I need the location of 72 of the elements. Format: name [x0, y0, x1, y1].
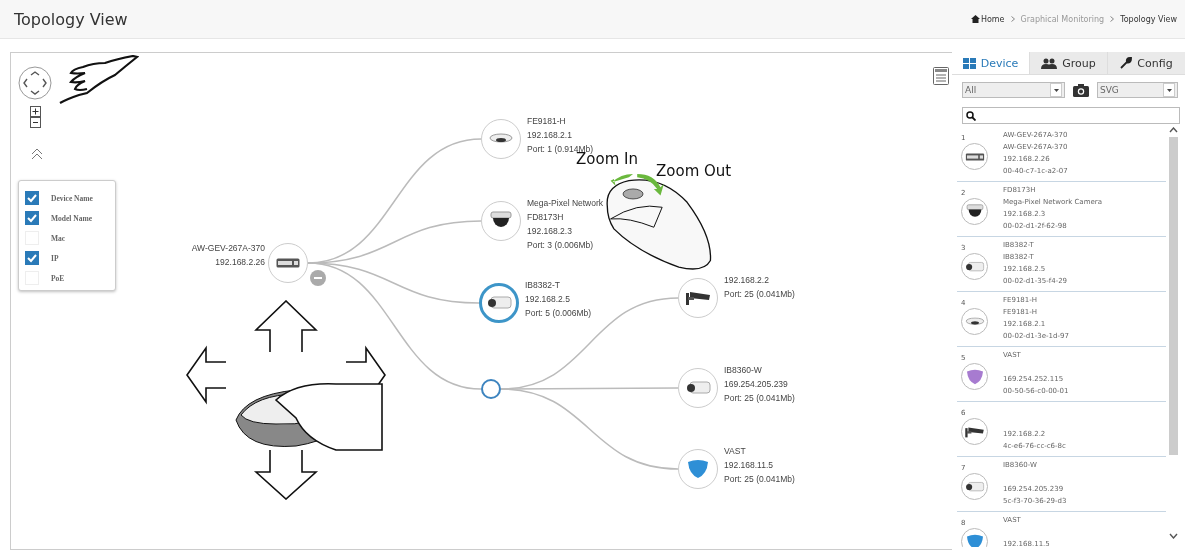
scroll-down-icon[interactable]: [1168, 533, 1178, 539]
node-label: 192.168.2.5: [525, 293, 571, 306]
annotation-text: Zoom Out: [656, 162, 732, 180]
zoom-out-icon[interactable]: [30, 117, 41, 128]
home-icon: [970, 15, 980, 23]
tab[interactable]: Config: [1107, 52, 1185, 74]
node-label: IB8360-W: [724, 364, 763, 377]
bullet-camera-icon: [964, 260, 985, 273]
logo-icon: [687, 459, 709, 479]
node-label: Port: 3 (0.006Mb): [527, 239, 595, 252]
node-label: 192.168.2.2: [724, 274, 770, 287]
node-label: Port: 25 (0.041Mb): [724, 473, 795, 486]
device-node[interactable]: [481, 119, 521, 159]
caret-icon: [1053, 88, 1059, 92]
search-field[interactable]: [962, 107, 1180, 124]
node-label: FD8173H: [527, 211, 565, 224]
device-node[interactable]: [678, 278, 718, 318]
node-label: Port: 5 (0.006Mb): [525, 307, 592, 320]
switch-icon: [964, 152, 985, 161]
users-icon: [1041, 57, 1058, 69]
chevron-icon: [1010, 16, 1015, 22]
node-label: FE9181-H: [527, 115, 567, 128]
hub-node[interactable]: [481, 379, 501, 399]
node-label: 169.254.205.239: [724, 378, 789, 391]
breadcrumb-current: Topology View: [1120, 14, 1177, 24]
scroll-up-icon[interactable]: [1168, 127, 1178, 133]
camera-icon[interactable]: [1073, 83, 1089, 97]
dome-camera-icon: [489, 133, 513, 145]
node-label: 192.168.2.1: [527, 129, 573, 142]
filter-dropdown[interactable]: All: [962, 82, 1065, 98]
node-label: Port: 25 (0.041Mb): [724, 288, 795, 301]
bullet-camera-icon: [964, 480, 985, 493]
checkbox[interactable]: [25, 211, 39, 225]
search-icon: [966, 110, 976, 121]
device-node[interactable]: [479, 283, 519, 323]
node-label: 192.168.11.5: [724, 459, 774, 472]
checkbox[interactable]: [25, 251, 39, 265]
security-camera-icon: [685, 289, 711, 307]
list-view-icon[interactable]: [933, 67, 949, 85]
zoom-in-icon[interactable]: [30, 106, 41, 117]
chevron-icon: [1110, 16, 1115, 22]
double-chevron-up-icon[interactable]: [31, 148, 43, 160]
device-node[interactable]: [481, 201, 521, 241]
breadcrumb-link[interactable]: Home: [980, 14, 1005, 24]
switch-icon: [276, 258, 300, 268]
pan-control[interactable]: [18, 66, 52, 100]
node-label: Mega-Pixel Network: [527, 197, 604, 210]
logo-icon: [965, 368, 984, 385]
dome-camera-icon: [965, 203, 984, 220]
device-node[interactable]: [678, 449, 718, 489]
node-label: VAST: [724, 445, 747, 458]
tab[interactable]: Device: [952, 52, 1029, 74]
device-node[interactable]: [268, 243, 308, 283]
node-label: AW-GEV-267A-370: [191, 242, 265, 255]
node-label: 192.168.2.3: [527, 225, 573, 238]
bullet-camera-icon: [685, 381, 711, 395]
grid-icon: [962, 57, 976, 69]
dome-camera-icon: [964, 316, 985, 327]
node-label: 192.168.2.26: [214, 256, 265, 269]
page-title: Topology View: [14, 9, 128, 29]
node-label: IB8382-T: [525, 279, 561, 292]
checkbox[interactable]: [25, 191, 39, 205]
node-label: Port: 25 (0.041Mb): [724, 392, 795, 405]
format-dropdown[interactable]: SVG: [1097, 82, 1178, 98]
bullet-camera-icon: [486, 296, 512, 310]
security-camera-icon: [964, 424, 985, 439]
device-node[interactable]: [678, 368, 718, 408]
node-label: Port: 1 (0.914Mb): [527, 143, 594, 154]
tab[interactable]: Group: [1029, 52, 1107, 74]
wrench-icon: [1120, 57, 1133, 69]
caret-icon: [1166, 88, 1172, 92]
logo-icon: [965, 533, 984, 547]
